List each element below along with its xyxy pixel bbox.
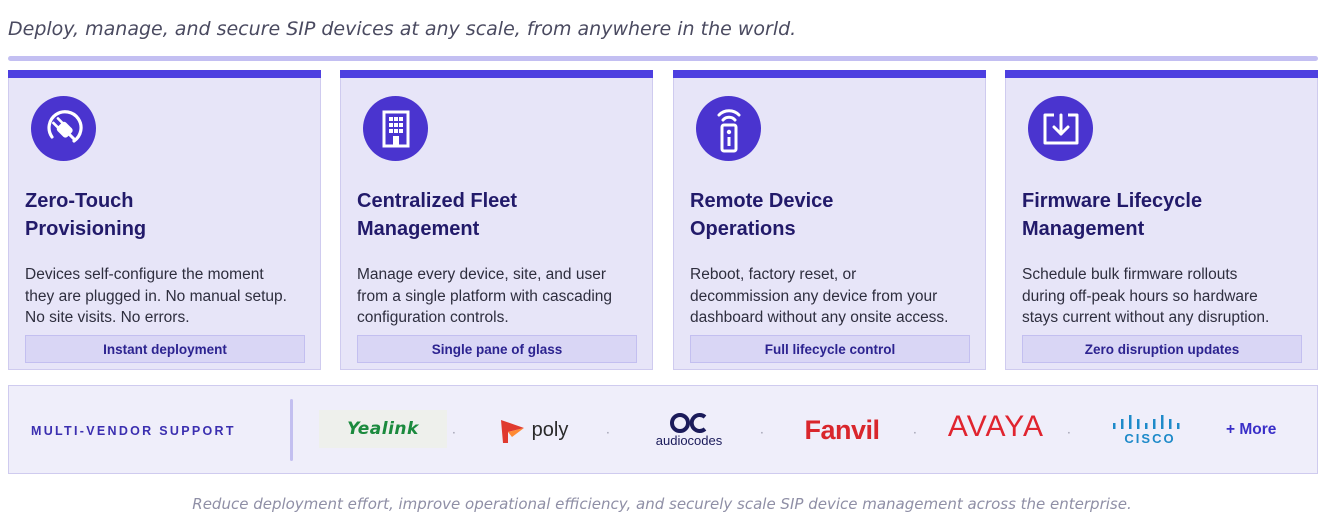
- tagline: Deploy, manage, and secure SIP devices a…: [8, 18, 797, 40]
- building-icon: [363, 96, 428, 161]
- cisco-bars-icon: [1113, 414, 1180, 429]
- more-vendors-link[interactable]: + More: [1226, 421, 1276, 439]
- vendor-separator: ·: [452, 426, 456, 440]
- card-description: Schedule bulk firmware rollouts during o…: [1022, 266, 1270, 326]
- avaya-logo: AVAYA: [947, 410, 1045, 443]
- vendor-support-label: MULTI-VENDOR SUPPORT: [31, 424, 236, 438]
- footer-note: Reduce deployment effort, improve operat…: [192, 495, 1132, 513]
- card-accent-bar: [1005, 70, 1318, 78]
- vendor-separator: ·: [760, 426, 764, 440]
- vendor-support-bar: MULTI-VENDOR SUPPORT Yealink · poly · au…: [8, 385, 1318, 474]
- feature-card-remote-operations: Remote Device Operations Reboot, factory…: [673, 70, 986, 370]
- vendor-separator: ·: [606, 426, 610, 440]
- yealink-logo: Yealink: [319, 410, 447, 448]
- card-badge: Instant deployment: [25, 335, 305, 363]
- audiocodes-logo: audiocodes: [639, 408, 739, 452]
- download-box-icon: [1028, 96, 1093, 161]
- audiocodes-mark-icon: [670, 412, 707, 433]
- cisco-logo: CISCO: [1109, 410, 1191, 450]
- power-plug-icon: [31, 96, 96, 161]
- feature-card-firmware: Firmware Lifecycle Management Schedule b…: [1005, 70, 1318, 370]
- poly-propeller-icon: [500, 420, 524, 443]
- card-badge: Full lifecycle control: [690, 335, 970, 363]
- card-title: Zero-Touch Provisioning: [25, 190, 147, 240]
- card-title: Remote Device Operations: [690, 190, 834, 240]
- feature-card-zero-touch: Zero-Touch Provisioning Devices self-con…: [8, 70, 321, 370]
- feature-card-fleet-management: Centralized Fleet Management Manage ever…: [340, 70, 653, 370]
- poly-logo: poly: [483, 410, 583, 450]
- card-description: Reboot, factory reset, or decommission a…: [690, 266, 949, 326]
- card-badge: Zero disruption updates: [1022, 335, 1302, 363]
- card-accent-bar: [340, 70, 653, 78]
- fanvil-logo: Fanvil: [804, 414, 880, 445]
- card-accent-bar: [8, 70, 321, 78]
- vendor-divider: [290, 399, 293, 461]
- feature-cards: Zero-Touch Provisioning Devices self-con…: [8, 70, 1318, 370]
- card-title: Centralized Fleet Management: [357, 190, 518, 240]
- card-badge: Single pane of glass: [357, 335, 637, 363]
- remote-control-icon: [696, 96, 761, 161]
- card-title: Firmware Lifecycle Management: [1022, 190, 1203, 240]
- card-accent-bar: [673, 70, 986, 78]
- top-divider: [8, 56, 1318, 61]
- vendor-separator: ·: [1067, 426, 1071, 440]
- vendor-separator: ·: [913, 426, 917, 440]
- card-description: Manage every device, site, and user from…: [357, 266, 613, 326]
- card-description: Devices self-configure the moment they a…: [25, 266, 287, 326]
